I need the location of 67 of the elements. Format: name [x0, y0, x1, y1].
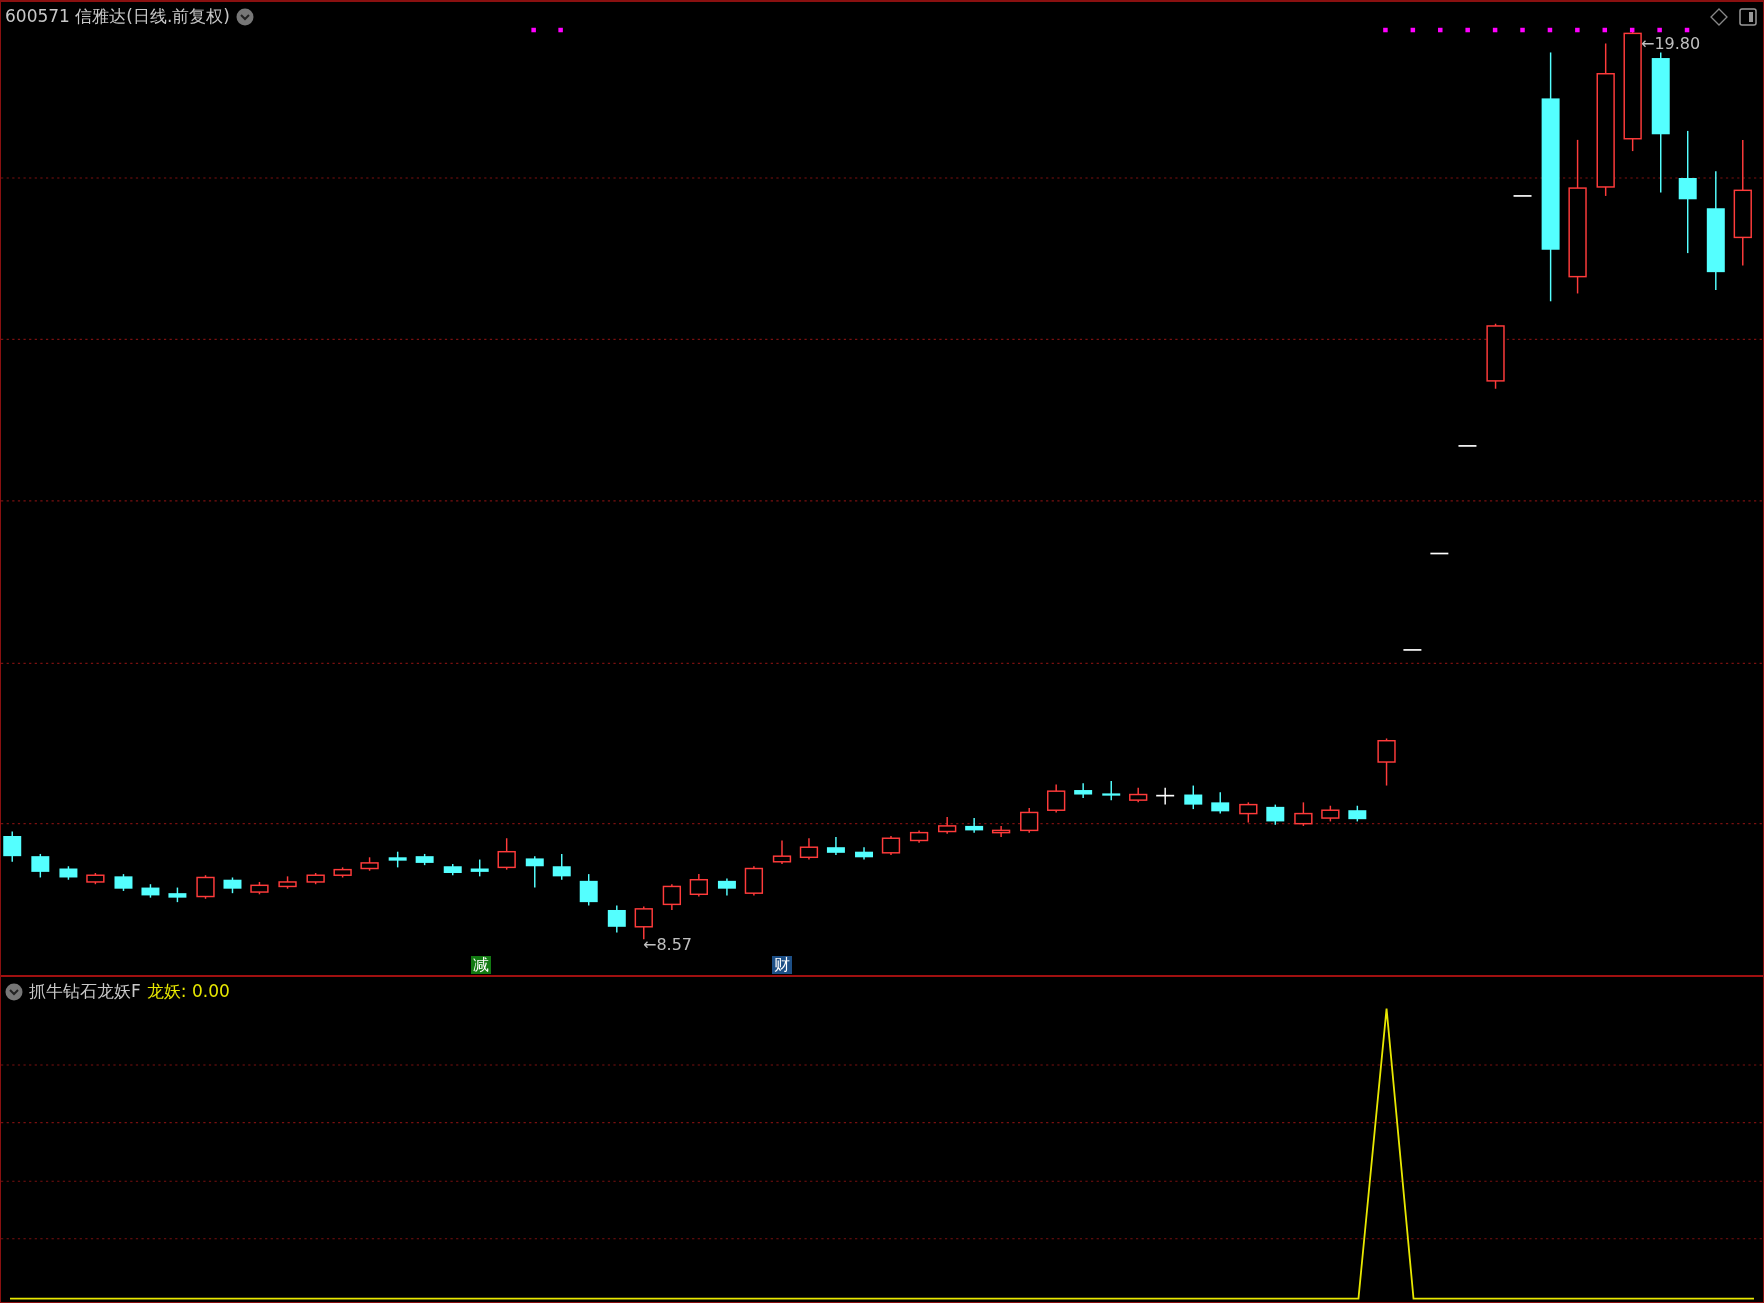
candlestick: [1074, 782, 1093, 799]
candlestick: [250, 881, 269, 895]
candlestick: [223, 876, 242, 894]
candlestick: [772, 839, 792, 865]
candlestick: [1102, 780, 1121, 801]
event-marker: 减: [471, 956, 491, 974]
candlestick: [855, 846, 873, 861]
candlestick: [1129, 787, 1148, 804]
high-price-label: ←19.80: [1641, 33, 1701, 55]
candlestick: [579, 873, 598, 907]
candlestick: [114, 873, 133, 892]
candlestick: [1294, 801, 1313, 827]
candlestick: [86, 872, 105, 885]
dropdown-icon[interactable]: [235, 7, 254, 26]
indicator-name: 抓牛钻石龙妖F: [29, 980, 141, 1003]
candlestick: [306, 872, 325, 885]
candlestick: [31, 853, 50, 879]
candlestick: [59, 865, 78, 881]
candlestick: [717, 877, 736, 897]
candlestick: [552, 853, 571, 881]
candlestick: [1429, 552, 1450, 555]
candlestick: [525, 855, 544, 889]
candlestick: [607, 904, 626, 934]
candlestick: [1321, 805, 1340, 823]
candlestick: [470, 858, 489, 878]
candlestick: [662, 883, 681, 911]
candlestick: [196, 874, 215, 900]
candlestick: [360, 856, 379, 872]
candlestick: [1184, 784, 1203, 810]
candlestick: [388, 850, 407, 869]
candlestick: [1266, 803, 1285, 826]
candlestick: [1457, 445, 1478, 447]
candlestick: [689, 873, 708, 898]
panel-toggle-icon[interactable]: [1739, 8, 1757, 26]
event-marker: 财: [772, 956, 792, 974]
diamond-icon[interactable]: [1710, 8, 1728, 26]
candlestick: [1512, 195, 1533, 197]
candlestick: [333, 866, 352, 879]
candlestick: [634, 905, 653, 940]
chart-title: 600571 信雅达(日线.前复权): [5, 5, 230, 28]
candlestick: [278, 875, 297, 890]
candlestick: [1239, 801, 1258, 824]
candlestick: [991, 825, 1011, 838]
candlestick: [168, 886, 187, 903]
candlestick: [826, 836, 845, 856]
candlestick: [909, 829, 929, 844]
candlestick: [1348, 805, 1367, 823]
candlestick: [799, 837, 819, 861]
candlestick: [744, 865, 764, 897]
candlestick: [3, 830, 22, 863]
candlestick: [965, 817, 984, 834]
candlestick: [497, 837, 516, 871]
candlestick: [443, 863, 462, 876]
candlestick: [938, 816, 957, 835]
candlestick: [1486, 323, 1505, 390]
candlestick: [1020, 807, 1039, 834]
low-price-label: ←8.57: [643, 934, 693, 956]
candlestick: [881, 835, 901, 856]
dropdown-icon[interactable]: [5, 982, 23, 1001]
candlestick: [1211, 791, 1230, 815]
candlestick: [1047, 783, 1066, 814]
candlestick: [415, 853, 434, 866]
candlestick: [1402, 649, 1423, 651]
candlestick: [1377, 737, 1396, 787]
candlestick: [141, 883, 160, 899]
candlestick: [1155, 787, 1175, 806]
indicator-value: 龙妖: 0.00: [146, 980, 230, 1003]
